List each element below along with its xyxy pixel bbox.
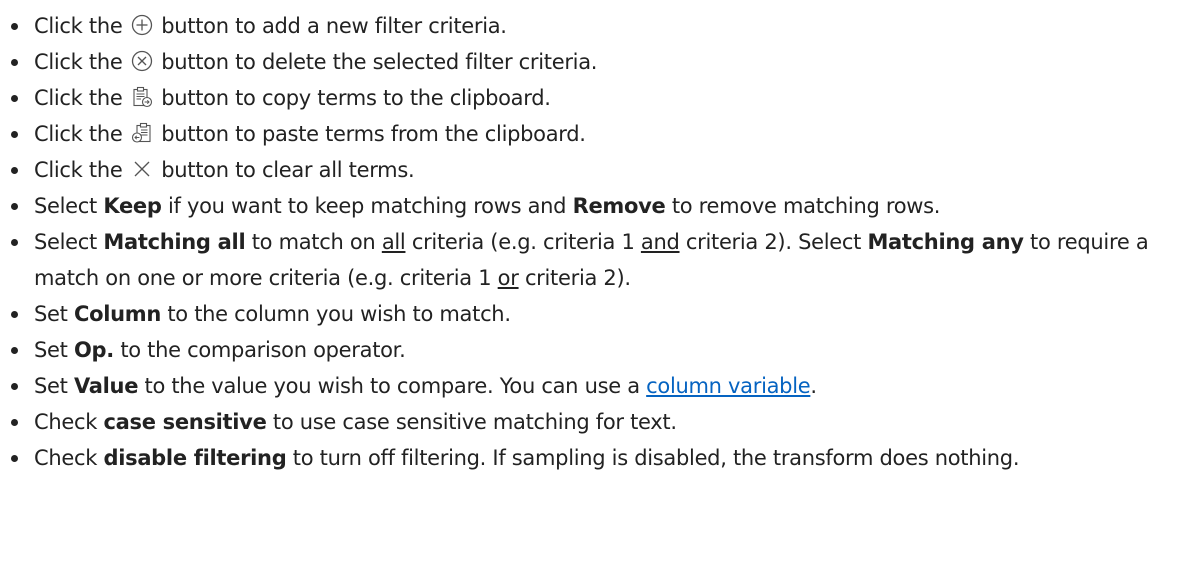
all-emphasis: all bbox=[381, 230, 406, 254]
remove-term: Remove bbox=[572, 194, 666, 218]
column-variable-link[interactable]: column variable bbox=[646, 374, 811, 398]
item-text: Click the bbox=[34, 158, 129, 182]
list-item: Click the button to add a new filter cri… bbox=[0, 8, 1199, 44]
plus-circle-icon bbox=[131, 14, 153, 36]
item-text: button to paste terms from the clipboard… bbox=[161, 122, 586, 146]
list-item: Set Op. to the comparison operator. bbox=[0, 332, 1199, 368]
item-text: Click the bbox=[34, 86, 129, 110]
op-term: Op. bbox=[73, 338, 114, 362]
copy-clipboard-icon bbox=[131, 86, 153, 108]
or-emphasis: or bbox=[497, 266, 519, 290]
matching-any-term: Matching any bbox=[867, 230, 1024, 254]
paste-clipboard-icon bbox=[131, 122, 153, 144]
list-item: Click the button to paste terms from the… bbox=[0, 116, 1199, 152]
item-text: Click the bbox=[34, 50, 129, 74]
help-page: Click the button to add a new filter cri… bbox=[0, 0, 1199, 562]
item-text: criteria 2). Select bbox=[679, 230, 868, 254]
item-text: Check bbox=[34, 446, 104, 470]
bullet bbox=[11, 95, 18, 102]
item-text: Select bbox=[34, 194, 104, 218]
item-text: to the column you wish to match. bbox=[161, 302, 511, 326]
instructions-list: Click the button to add a new filter cri… bbox=[0, 8, 1199, 476]
value-term: Value bbox=[73, 374, 139, 398]
item-text: Set bbox=[34, 302, 74, 326]
list-item: Click the button to copy terms to the cl… bbox=[0, 80, 1199, 116]
item-text: Set bbox=[34, 374, 74, 398]
list-item: Check disable filtering to turn off filt… bbox=[0, 440, 1199, 476]
bullet bbox=[11, 347, 18, 354]
item-text: button to delete the selected filter cri… bbox=[161, 50, 598, 74]
keep-term: Keep bbox=[103, 194, 162, 218]
item-text: Select bbox=[34, 230, 104, 254]
item-text: to the value you wish to compare. You ca… bbox=[138, 374, 647, 398]
and-emphasis: and bbox=[640, 230, 680, 254]
bullet bbox=[11, 455, 18, 462]
list-item: Check case sensitive to use case sensiti… bbox=[0, 404, 1199, 440]
clear-x-icon bbox=[131, 158, 153, 180]
item-text: Set bbox=[34, 338, 74, 362]
list-item: Select Matching all to match on all crit… bbox=[0, 224, 1199, 296]
item-text: to turn off filtering. If sampling is di… bbox=[286, 446, 1020, 470]
disable-filtering-term: disable filtering bbox=[103, 446, 287, 470]
bullet bbox=[11, 23, 18, 30]
item-text: to match on bbox=[245, 230, 382, 254]
item-text: button to add a new filter criteria. bbox=[161, 14, 507, 38]
bullet bbox=[11, 59, 18, 66]
item-text: criteria 2). bbox=[518, 266, 631, 290]
item-text: . bbox=[810, 374, 817, 398]
bullet bbox=[11, 311, 18, 318]
bullet bbox=[11, 131, 18, 138]
list-item: Select Keep if you want to keep matching… bbox=[0, 188, 1199, 224]
bullet bbox=[11, 419, 18, 426]
item-text: Click the bbox=[34, 14, 129, 38]
bullet bbox=[11, 203, 18, 210]
item-text: if you want to keep matching rows and bbox=[161, 194, 573, 218]
item-text: Check bbox=[34, 410, 104, 434]
bullet bbox=[11, 239, 18, 246]
item-text: criteria (e.g. criteria 1 bbox=[405, 230, 641, 254]
column-term: Column bbox=[73, 302, 161, 326]
item-text: to the comparison operator. bbox=[113, 338, 406, 362]
item-text: button to clear all terms. bbox=[161, 158, 415, 182]
bullet bbox=[11, 167, 18, 174]
bullet bbox=[11, 383, 18, 390]
list-item: Click the button to clear all terms. bbox=[0, 152, 1199, 188]
case-sensitive-term: case sensitive bbox=[103, 410, 267, 434]
list-item: Click the button to delete the selected … bbox=[0, 44, 1199, 80]
list-item: Set Value to the value you wish to compa… bbox=[0, 368, 1199, 404]
delete-circle-icon bbox=[131, 50, 153, 72]
item-text: to use case sensitive matching for text. bbox=[266, 410, 677, 434]
item-text: to remove matching rows. bbox=[665, 194, 941, 218]
matching-all-term: Matching all bbox=[103, 230, 246, 254]
list-item: Set Column to the column you wish to mat… bbox=[0, 296, 1199, 332]
item-text: button to copy terms to the clipboard. bbox=[161, 86, 551, 110]
item-text: Click the bbox=[34, 122, 129, 146]
